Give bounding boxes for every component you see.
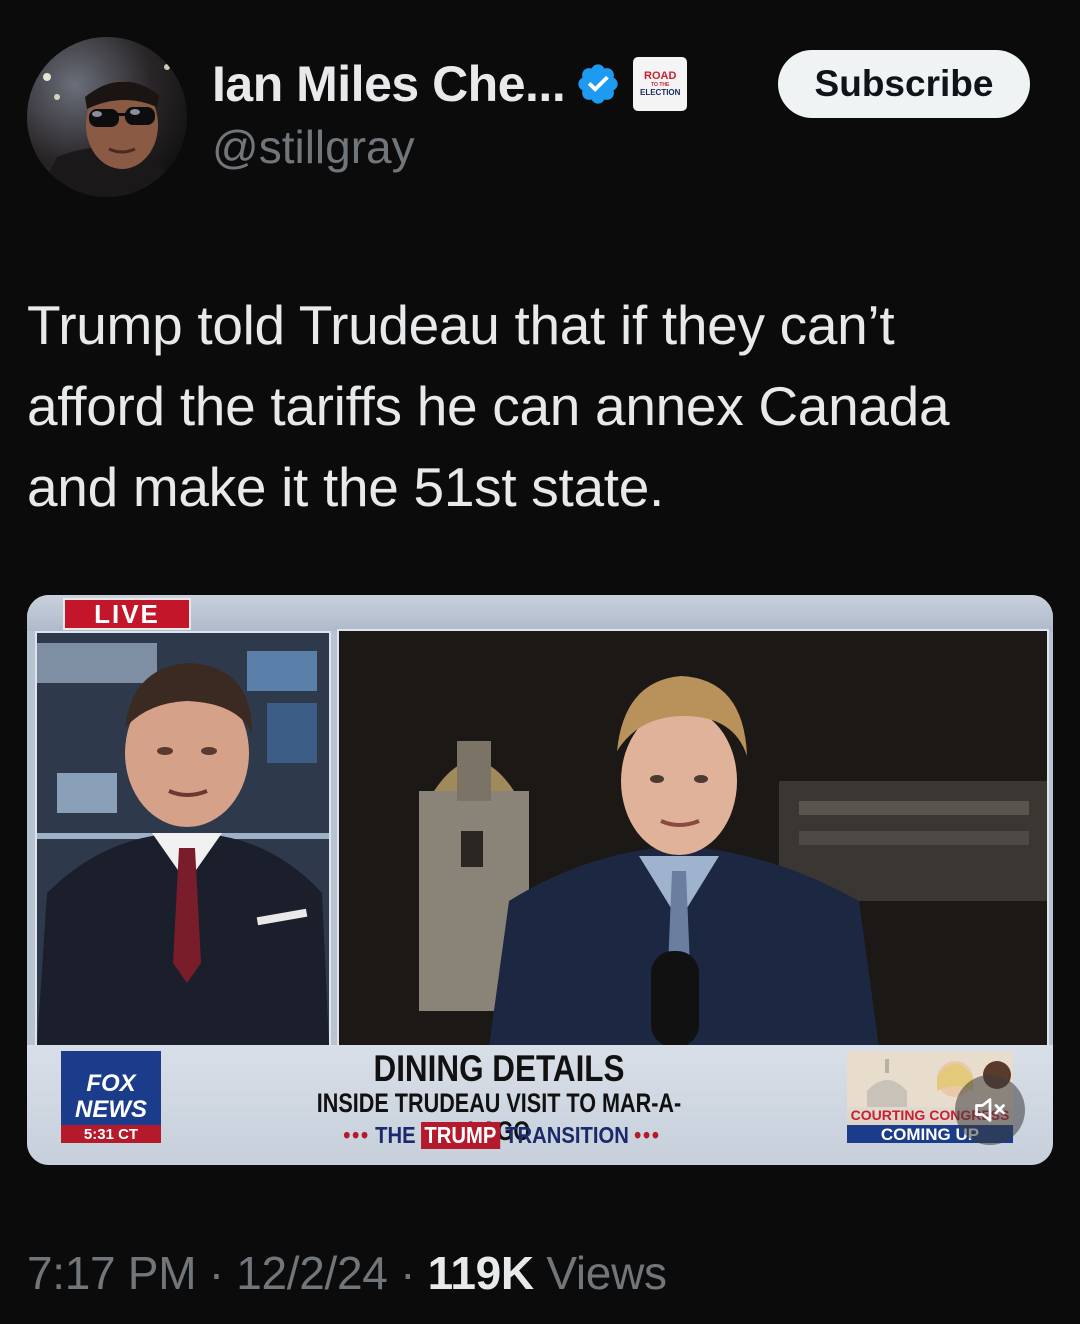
fox-news-logo-text: FOX NEWS <box>75 1070 147 1123</box>
meta-separator-2: · <box>400 1247 416 1299</box>
tweet-video[interactable]: LIVE FOX NEWS 5:31 CT DINING DETAILS INS… <box>27 595 1053 1165</box>
live-tag: LIVE <box>63 598 191 630</box>
tweet: Ian Miles Che... ROAD TO THE ELECTION @s… <box>0 0 1080 1324</box>
verified-badge-icon[interactable] <box>575 61 621 107</box>
author-name-row: Ian Miles Che... ROAD TO THE ELECTION <box>212 52 688 116</box>
affiliate-badge-line1: ROAD <box>644 70 677 82</box>
video-right-panel <box>337 629 1049 1049</box>
chyron-headline: DINING DETAILS <box>373 1048 625 1089</box>
author-display-name[interactable]: Ian Miles Che... <box>212 55 566 113</box>
avatar-photo <box>27 37 187 197</box>
tweet-time[interactable]: 7:17 PM <box>27 1247 197 1299</box>
chyron-ticker: ••• THE TRUMP TRANSITION ••• <box>313 1121 691 1149</box>
meta-separator-1: · <box>208 1247 224 1299</box>
tweet-date[interactable]: 12/2/24 <box>236 1247 388 1299</box>
author-avatar[interactable] <box>27 37 187 197</box>
views-count[interactable]: 119K <box>428 1247 535 1299</box>
views-label: Views <box>546 1247 667 1299</box>
affiliate-badge[interactable]: ROAD TO THE ELECTION <box>633 57 688 111</box>
ticker-dots-right: ••• <box>634 1121 661 1148</box>
tweet-meta: 7:17 PM · 12/2/24 · 119K Views <box>27 1246 667 1300</box>
speaker-muted-icon <box>975 1098 1005 1122</box>
ticker-prefix: THE <box>375 1121 416 1148</box>
reporter-illustration <box>339 631 1047 1047</box>
ticker-highlight: TRUMP <box>420 1121 500 1149</box>
chyron: FOX NEWS 5:31 CT DINING DETAILS INSIDE T… <box>27 1045 1053 1165</box>
tweet-text: Trump told Trudeau that if they can’t af… <box>27 294 950 518</box>
broadcast-clock: 5:31 CT <box>61 1125 161 1143</box>
affiliate-badge-line3: ELECTION <box>639 88 681 97</box>
author-handle[interactable]: @stillgray <box>212 120 415 174</box>
ticker-dots-left: ••• <box>343 1121 370 1148</box>
mute-button[interactable] <box>955 1075 1025 1145</box>
video-left-panel <box>35 631 331 1047</box>
anchor-illustration <box>37 633 329 1045</box>
subscribe-button[interactable]: Subscribe <box>778 50 1030 118</box>
ticker-suffix: TRANSITION <box>505 1121 629 1148</box>
